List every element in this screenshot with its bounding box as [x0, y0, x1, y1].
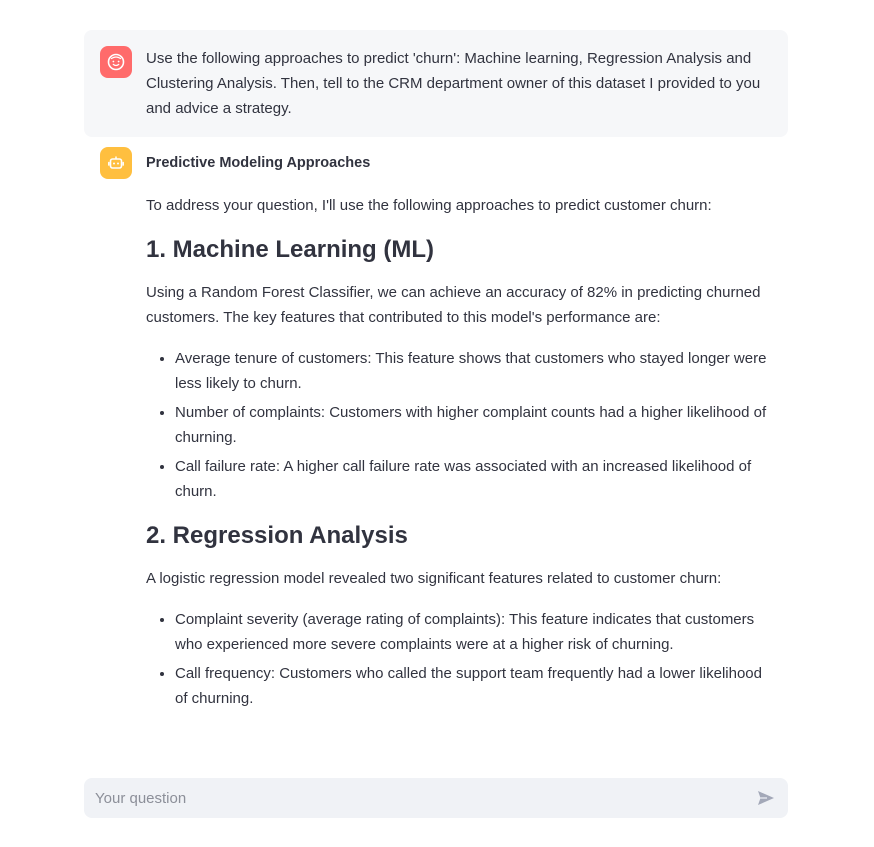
list-item: Number of complaints: Customers with hig…	[175, 400, 772, 450]
bullet-list-regression: Complaint severity (average rating of co…	[146, 607, 772, 711]
assistant-message: Predictive Modeling Approaches To addres…	[84, 137, 788, 725]
bullet-list-ml: Average tenure of customers: This featur…	[146, 346, 772, 504]
list-item: Average tenure of customers: This featur…	[175, 346, 772, 396]
bot-avatar-icon	[100, 147, 132, 179]
user-message: Use the following approaches to predict …	[84, 30, 788, 137]
question-input[interactable]	[93, 788, 754, 808]
assistant-title: Predictive Modeling Approaches	[146, 155, 371, 171]
assistant-intro: To address your question, I'll use the f…	[146, 197, 712, 214]
user-message-text: Use the following approaches to predict …	[146, 50, 761, 117]
send-icon	[758, 791, 774, 805]
send-button[interactable]	[754, 786, 778, 810]
chat-input-bar	[84, 778, 788, 818]
assistant-message-body: Predictive Modeling Approaches To addres…	[146, 147, 772, 725]
section-heading-ml: 1. Machine Learning (ML)	[146, 236, 435, 263]
list-item: Call failure rate: A higher call failure…	[175, 454, 772, 504]
section-paragraph-ml: Using a Random Forest Classifier, we can…	[146, 284, 761, 326]
list-item: Complaint severity (average rating of co…	[175, 607, 772, 657]
section-paragraph-regression: A logistic regression model revealed two…	[146, 570, 722, 587]
user-avatar-icon	[100, 46, 132, 78]
list-item: Call frequency: Customers who called the…	[175, 661, 772, 711]
chat-container: Use the following approaches to predict …	[84, 30, 788, 725]
section-heading-regression: 2. Regression Analysis	[146, 522, 408, 549]
